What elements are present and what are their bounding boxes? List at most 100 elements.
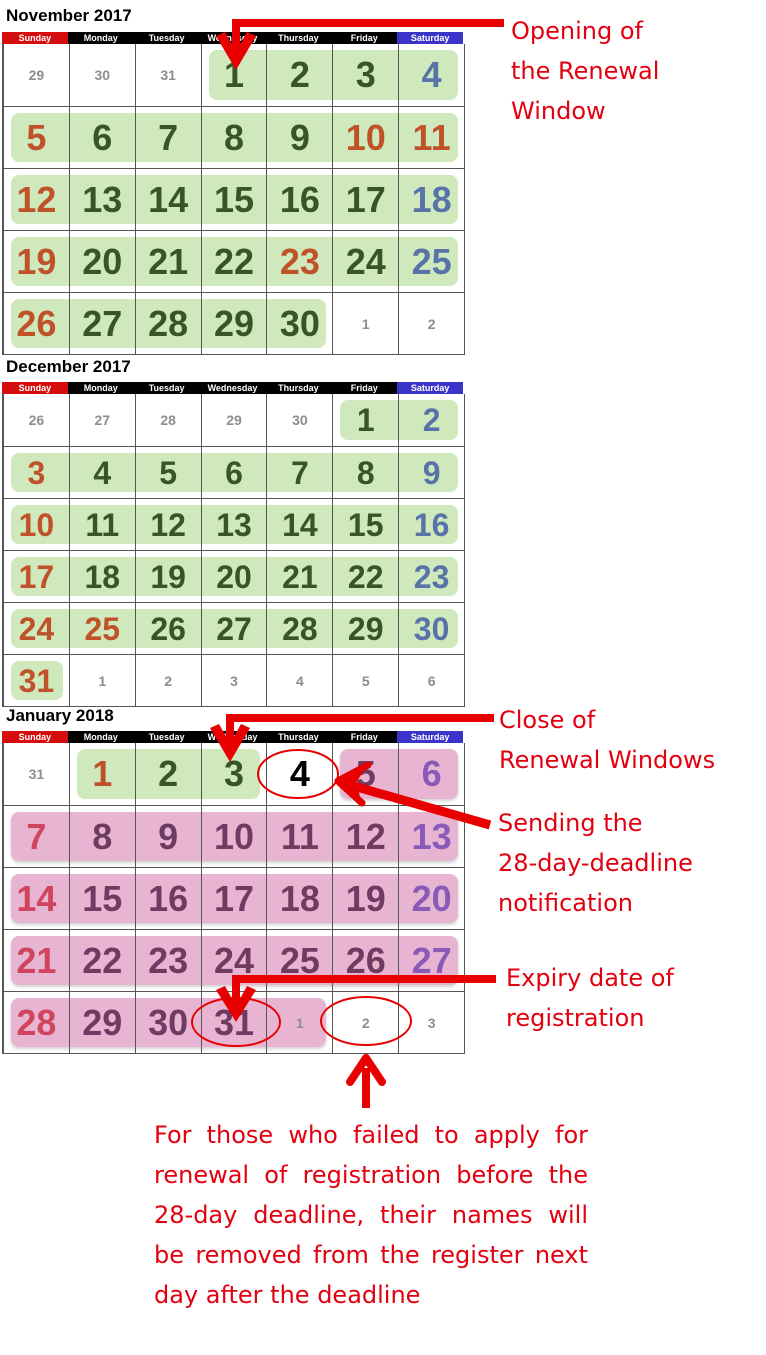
annotation-line: Close of: [499, 706, 596, 734]
day-number: 27: [94, 412, 111, 428]
day-cell: 1: [68, 743, 135, 805]
day-cell: 25: [68, 603, 135, 654]
day-number: 1: [361, 315, 370, 332]
week-row: 24 25 26 27 28 29 30: [3, 602, 464, 654]
day-number: 13: [216, 506, 252, 543]
annotation-sending: Sending the 28-day-deadline notification: [498, 803, 693, 923]
day-number: 3: [27, 454, 46, 491]
weekday-sunday: Sunday: [2, 32, 68, 44]
day-cell: 5: [332, 655, 398, 706]
weekday-friday: Friday: [331, 731, 398, 743]
day-cell: 22: [332, 551, 398, 602]
day-number: 6: [92, 116, 113, 158]
day-number: 31: [18, 662, 55, 699]
day-number: 2: [427, 315, 436, 332]
day-cell: 12: [332, 806, 398, 867]
day-number: 30: [279, 302, 320, 344]
day-cell: 22: [200, 231, 267, 292]
day-number: 3: [355, 54, 376, 95]
day-cell: 9: [134, 806, 201, 867]
weekday-tuesday: Tuesday: [133, 731, 200, 743]
day-number: 20: [216, 558, 252, 595]
weekday-header: Sunday Monday Tuesday Wednesday Thursday Frid…: [2, 382, 464, 394]
week-row: 14 15 16 17 18 19 20: [3, 867, 464, 929]
day-number: 21: [282, 558, 318, 595]
day-number: 12: [150, 506, 186, 543]
weekday-monday: Monday: [67, 32, 134, 44]
day-number: 27: [82, 302, 123, 344]
day-number: 6: [427, 672, 436, 689]
day-cell: 29: [332, 603, 398, 654]
day-cell: 24: [332, 231, 398, 292]
annotation-line: notification: [498, 889, 633, 917]
day-cell: 2: [332, 992, 398, 1053]
day-number: 31: [213, 1001, 255, 1043]
day-cell: 8: [68, 806, 135, 867]
day-number: 24: [18, 610, 55, 647]
day-cell: 1: [200, 44, 267, 106]
day-cell: 31: [3, 743, 69, 805]
annotation-line: Renewal Windows: [499, 746, 716, 774]
day-cell: 20: [200, 551, 267, 602]
annotation-line: 28-day-deadline: [498, 849, 693, 877]
day-cell: 2: [398, 394, 464, 446]
day-number: 30: [148, 1001, 189, 1043]
day-cell: 2: [398, 293, 464, 354]
day-cell: 23: [398, 551, 464, 602]
day-number: 4: [295, 672, 304, 689]
day-cell: 16: [134, 868, 201, 929]
day-cell: 17: [200, 868, 267, 929]
day-number: 30: [413, 610, 450, 647]
day-number: 10: [18, 506, 55, 543]
day-cell: 9: [266, 107, 332, 168]
day-number: 4: [93, 454, 112, 491]
day-number: 14: [16, 877, 57, 919]
day-cell: 1: [332, 293, 398, 354]
day-number: 30: [292, 412, 308, 428]
day-number: 29: [28, 67, 45, 83]
day-cell: 27: [200, 603, 267, 654]
day-number: 16: [279, 178, 320, 220]
day-number: 7: [26, 815, 47, 857]
annotation-expiry: Expiry date of registration: [506, 958, 674, 1038]
day-cell: 27: [398, 930, 464, 991]
day-cell: 29: [200, 293, 267, 354]
day-number: 26: [28, 412, 45, 428]
day-number: 1: [223, 54, 245, 95]
day-cell: 18: [68, 551, 135, 602]
day-number: 8: [356, 454, 375, 491]
annotation-line: Window: [511, 97, 606, 125]
day-number: 25: [84, 610, 121, 647]
day-number: 29: [82, 1001, 123, 1043]
day-cell: 21: [134, 231, 201, 292]
day-number: 23: [413, 558, 450, 595]
weekday-friday: Friday: [331, 382, 398, 394]
day-number: 2: [164, 672, 173, 689]
day-cell: 7: [3, 806, 69, 867]
day-cell: 12: [134, 499, 201, 550]
day-number: 23: [279, 240, 320, 282]
day-number: 6: [225, 454, 243, 491]
day-number: 18: [84, 558, 121, 595]
day-cell: 21: [266, 551, 332, 602]
day-cell: 30: [266, 293, 332, 354]
day-cell: 8: [332, 447, 398, 498]
day-cell: 16: [266, 169, 332, 230]
weekday-wednesday: Wednesday: [199, 32, 266, 44]
day-number: 1: [92, 753, 113, 794]
week-row: 19 20 21 22 23 24 25: [3, 230, 464, 292]
day-number: 13: [411, 815, 452, 857]
calendar-grid: 31 1 2 3 4 5 6 7 8 9 10 11 12 13 14 15 16 17 18 19 20 21 22 23 2…: [2, 743, 465, 1054]
day-cell: 23: [266, 231, 332, 292]
day-cell: 26: [332, 930, 398, 991]
week-row: 26 27 28 29 30 1 2: [3, 292, 464, 354]
day-number: 16: [413, 506, 450, 543]
day-cell: 25: [398, 231, 464, 292]
day-number: 18: [411, 178, 452, 220]
day-cell: 1: [68, 655, 135, 706]
day-number: 19: [345, 877, 386, 919]
day-cell: 2: [266, 44, 332, 106]
day-number: 27: [411, 939, 452, 981]
day-number: 5: [159, 454, 178, 491]
day-cell: 1: [266, 992, 332, 1053]
